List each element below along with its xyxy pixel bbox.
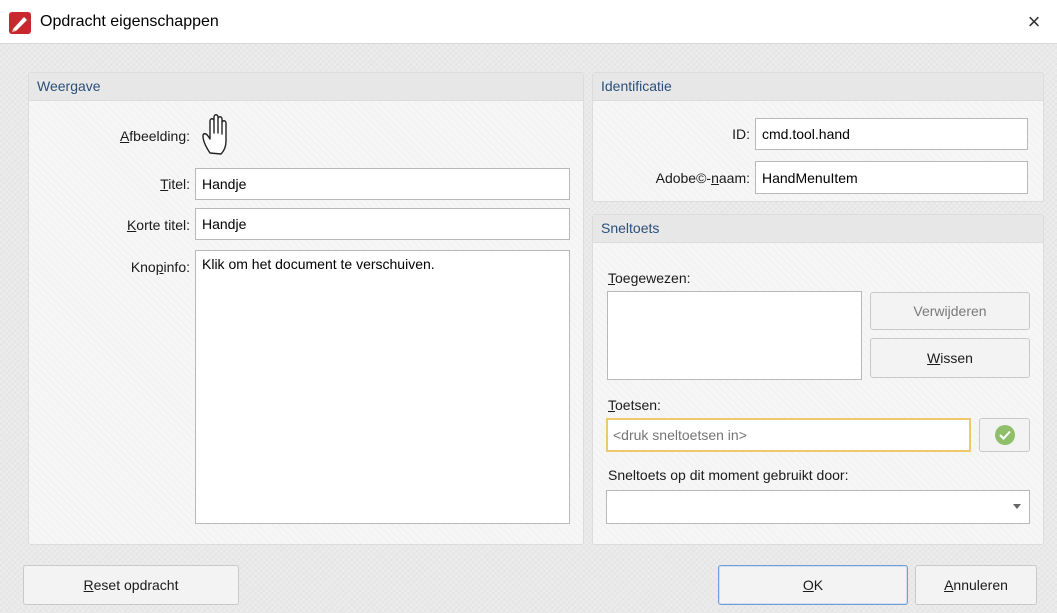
korte-titel-input[interactable] bbox=[195, 208, 570, 240]
toetsen-label: Toetsen: bbox=[608, 397, 661, 413]
knopinfo-textarea[interactable]: Klik om het document te verschuiven. bbox=[195, 250, 570, 524]
toegewezen-label: Toegewezen: bbox=[608, 270, 691, 286]
hand-icon[interactable] bbox=[200, 113, 236, 159]
korte-titel-label: Korte titel: bbox=[126, 217, 190, 233]
titel-input[interactable] bbox=[195, 168, 570, 200]
reset-opdracht-button[interactable]: Reset opdracht bbox=[23, 565, 239, 605]
sneltoets-header: Sneltoets bbox=[593, 215, 1043, 243]
adobe-naam-input[interactable] bbox=[755, 161, 1028, 194]
titel-label: Titel: bbox=[160, 176, 190, 192]
id-input[interactable] bbox=[755, 118, 1028, 150]
close-button[interactable]: × bbox=[1011, 0, 1057, 44]
check-icon bbox=[994, 425, 1015, 445]
annuleren-button[interactable]: Annuleren bbox=[915, 565, 1037, 605]
app-logo-icon bbox=[9, 12, 31, 34]
title-bar: Opdracht eigenschappen × bbox=[0, 0, 1057, 44]
knopinfo-label: Knopinfo: bbox=[130, 259, 190, 275]
gebruikt-door-label: Sneltoets op dit moment gebruikt door: bbox=[608, 467, 849, 483]
gebruikt-door-dropdown[interactable] bbox=[606, 490, 1030, 524]
ok-button[interactable]: OK bbox=[718, 565, 908, 605]
wissen-button[interactable]: Wissen bbox=[870, 338, 1030, 378]
identificatie-header: Identificatie bbox=[593, 73, 1043, 101]
id-label: ID: bbox=[732, 126, 750, 142]
afbeelding-label: Afbeelding: bbox=[119, 128, 190, 144]
confirm-shortcut-button[interactable] bbox=[979, 418, 1030, 452]
verwijderen-button[interactable]: Verwijderen bbox=[870, 292, 1030, 330]
weergave-header: Weergave bbox=[29, 73, 583, 101]
toetsen-input[interactable] bbox=[606, 418, 971, 452]
adobe-naam-label: Adobe©-naam: bbox=[655, 170, 750, 186]
window-title: Opdracht eigenschappen bbox=[40, 13, 219, 30]
close-icon: × bbox=[1027, 9, 1041, 34]
chevron-down-icon bbox=[1013, 504, 1021, 509]
toegewezen-list[interactable] bbox=[607, 291, 862, 380]
